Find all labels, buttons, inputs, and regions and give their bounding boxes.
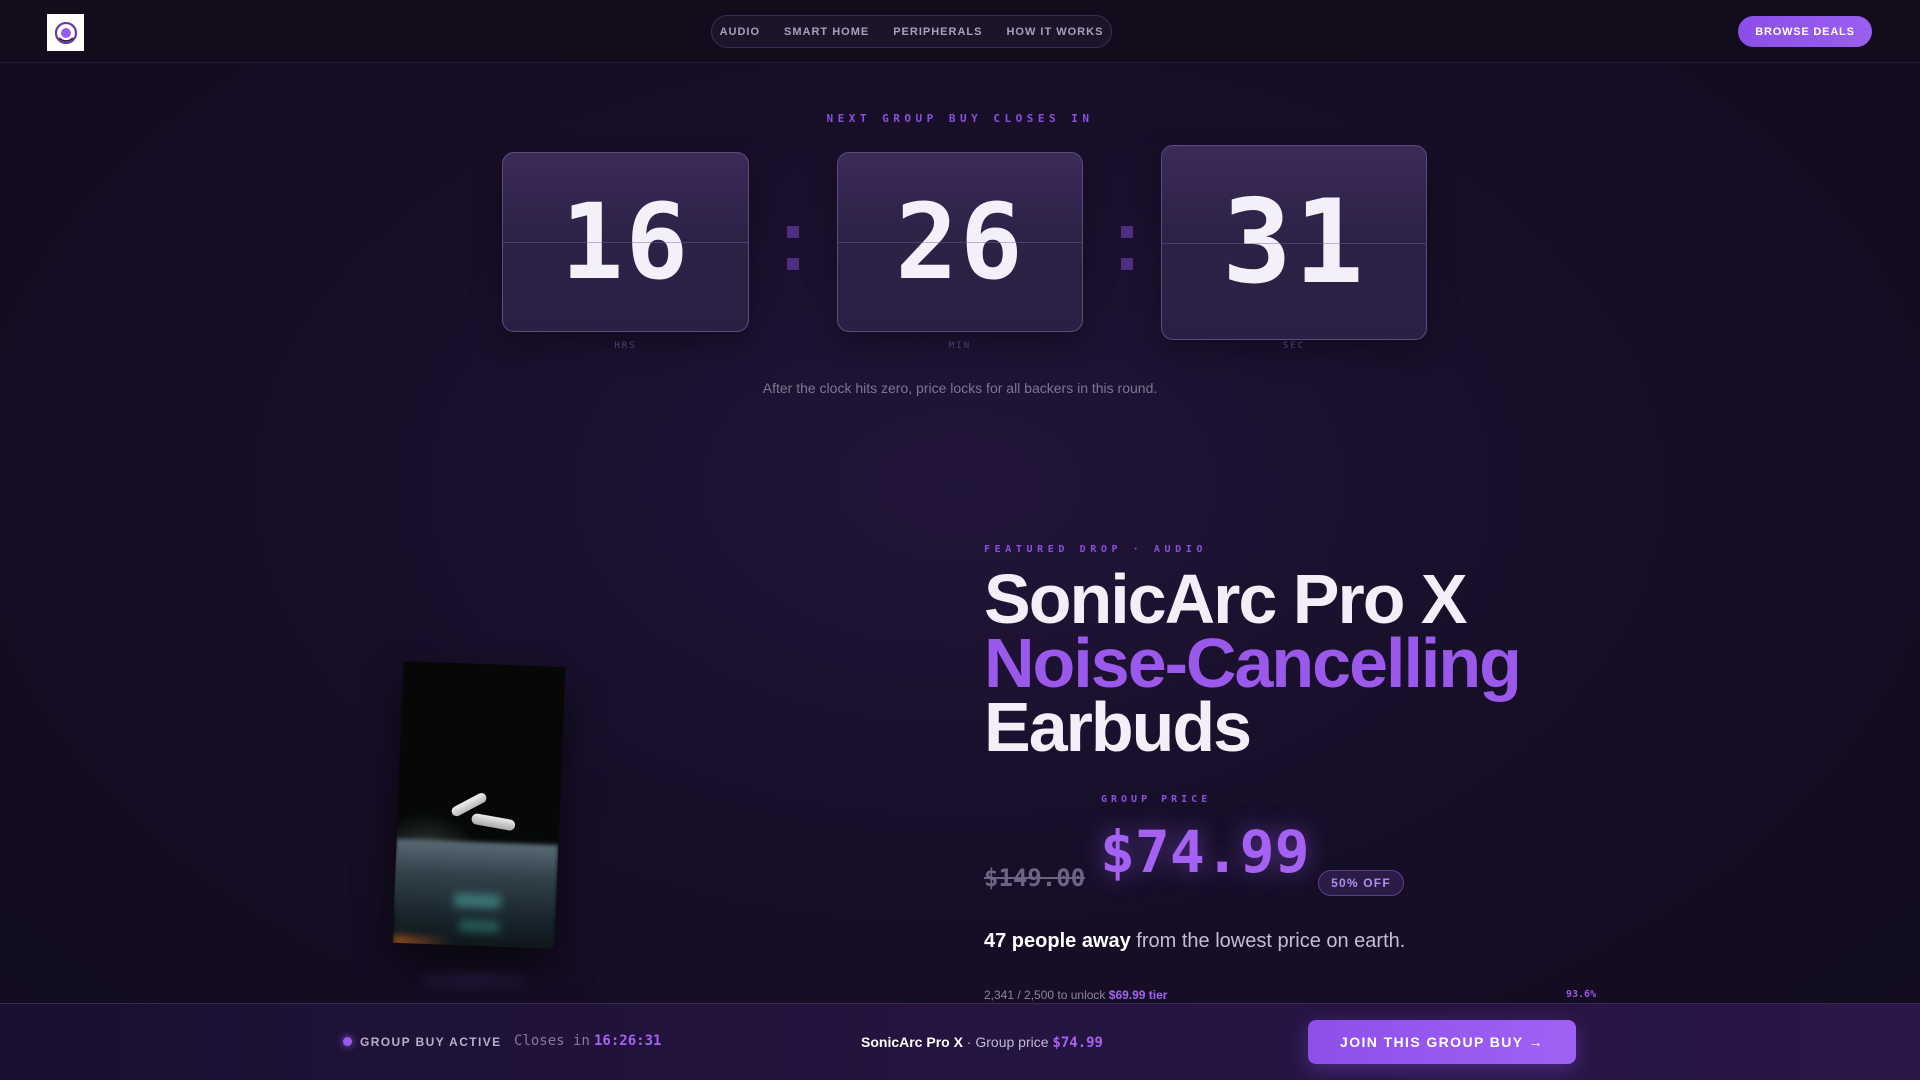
sticky-product-summary: SonicArc Pro X · Group price $74.99 xyxy=(861,1034,1103,1051)
hours-value: 16 xyxy=(560,181,691,303)
countdown-eyebrow: NEXT GROUP BUY CLOSES IN xyxy=(826,112,1094,125)
sticky-group-price: $74.99 xyxy=(1052,1035,1103,1051)
live-status-dot-icon xyxy=(343,1037,352,1046)
group-price: $74.99 xyxy=(1100,818,1310,886)
group-buy-status: GROUP BUY ACTIVE xyxy=(360,1035,502,1049)
group-price-label: GROUP PRICE xyxy=(1101,794,1212,805)
drop-eyebrow: FEATURED DROP · AUDIO xyxy=(984,544,1208,555)
wreath-logo-icon xyxy=(54,21,77,44)
discount-badge: 50% OFF xyxy=(1318,870,1404,896)
browse-deals-button[interactable]: BROWSE DEALS xyxy=(1738,16,1872,47)
minutes-value: 26 xyxy=(895,181,1025,303)
product-image xyxy=(392,660,566,950)
top-nav: AUDIO SMART HOME PERIPHERALS HOW IT WORK… xyxy=(0,0,1920,63)
sticky-price-prefix: · Group price xyxy=(962,1034,1053,1050)
nav-link-smart-home[interactable]: SMART HOME xyxy=(784,26,869,38)
progress-count: 2,341 / 2,500 to unlock xyxy=(984,988,1109,1002)
colon-separator xyxy=(1121,226,1133,270)
hours-flip-card: 16 xyxy=(502,152,749,332)
colon-separator xyxy=(787,226,799,270)
brand-logo[interactable] xyxy=(47,14,84,51)
countdown-note: After the clock hits zero, price locks f… xyxy=(762,380,1158,396)
seconds-value: 31 xyxy=(1222,175,1366,310)
progress-text: 2,341 / 2,500 to unlock $69.99 tier xyxy=(984,988,1167,1002)
progress-percent: 93.6% xyxy=(1566,989,1597,1000)
nav-link-peripherals[interactable]: PERIPHERALS xyxy=(893,26,982,38)
nav-link-audio[interactable]: AUDIO xyxy=(720,26,760,38)
sticky-product-name: SonicArc Pro X xyxy=(861,1034,963,1050)
seconds-flip-card: 31 xyxy=(1161,145,1427,340)
minutes-label: MIN xyxy=(948,341,972,351)
earbud-right xyxy=(470,812,516,832)
people-away-text: 47 people away from the lowest price on … xyxy=(984,930,1405,953)
minutes-flip-card: 26 xyxy=(837,152,1083,332)
people-suffix: from the lowest price on earth. xyxy=(1130,930,1406,952)
people-count: 47 people away xyxy=(984,930,1131,952)
image-shadow xyxy=(420,976,530,986)
seconds-label: SEC xyxy=(1282,341,1306,351)
closes-in-label: Closes in xyxy=(514,1033,590,1049)
nav-links: AUDIO SMART HOME PERIPHERALS HOW IT WORK… xyxy=(711,15,1112,48)
hours-label: HRS xyxy=(614,341,637,351)
product-title-line-3: Earbuds xyxy=(984,688,1252,766)
original-price: $149.00 xyxy=(984,864,1086,892)
nav-link-how-it-works[interactable]: HOW IT WORKS xyxy=(1006,26,1103,38)
closes-in-timer: 16:26:31 xyxy=(594,1033,662,1049)
progress-tier: $69.99 tier xyxy=(1108,988,1168,1002)
join-group-buy-button[interactable]: JOIN THIS GROUP BUY → xyxy=(1308,1020,1576,1064)
